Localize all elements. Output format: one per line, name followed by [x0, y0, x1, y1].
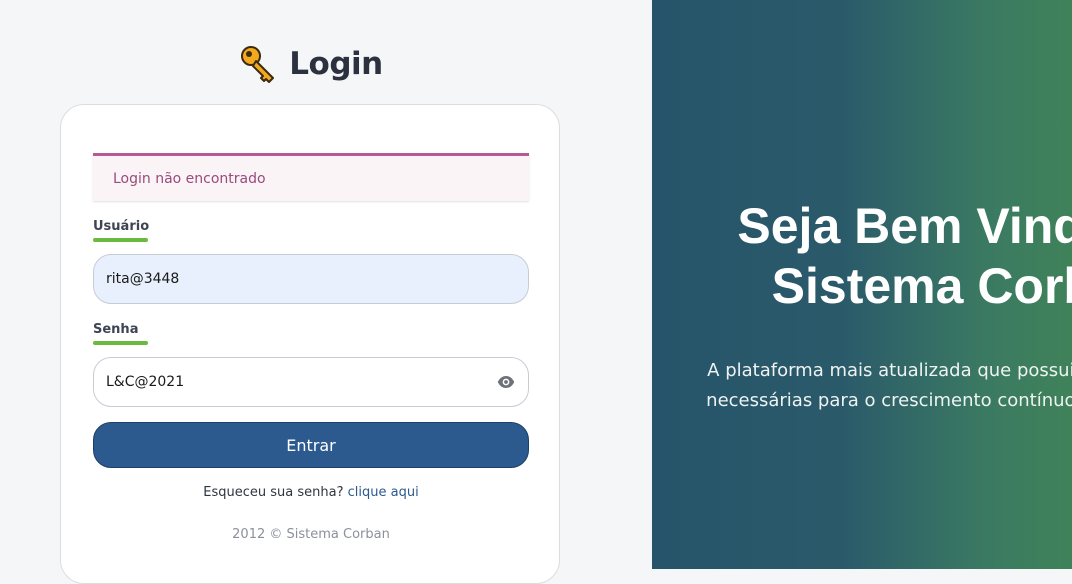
welcome-heading-line2: Sistema Corban	[771, 258, 1072, 314]
error-alert: Login não encontrado	[93, 153, 529, 201]
welcome-heading-line1: Seja Bem Vindo ao	[737, 198, 1072, 254]
login-pane: Login Login não encontrado Usuário Senha…	[0, 0, 652, 584]
forgot-prompt: Esqueceu sua senha?	[203, 485, 344, 500]
senha-input[interactable]	[93, 357, 529, 407]
welcome-tagline-line1: A plataforma mais atualizada que possui …	[707, 360, 1072, 381]
usuario-label-underline	[93, 238, 148, 242]
welcome-tagline: A plataforma mais atualizada que possui …	[652, 356, 1072, 416]
footer-copyright: 2012 © Sistema Corban	[232, 527, 390, 542]
eye-icon[interactable]	[497, 373, 515, 391]
forgot-password: Esqueceu sua senha? clique aqui	[61, 485, 561, 500]
senha-label-underline	[93, 341, 148, 345]
senha-label-text: Senha	[93, 322, 139, 337]
welcome-pane: Seja Bem Vindo ao Sistema Corban A plata…	[652, 0, 1072, 569]
usuario-label-text: Usuário	[93, 219, 150, 234]
welcome-heading: Seja Bem Vindo ao Sistema Corban	[652, 196, 1072, 316]
entrar-button[interactable]: Entrar	[93, 422, 529, 468]
usuario-input[interactable]	[93, 254, 529, 304]
page-title-text: Login	[289, 46, 383, 82]
login-card: Login não encontrado Usuário Senha Entra…	[60, 104, 560, 584]
senha-label: Senha	[93, 322, 148, 345]
page-title: Login	[0, 44, 622, 84]
forgot-password-link[interactable]: clique aqui	[348, 485, 419, 500]
key-icon	[241, 46, 275, 83]
usuario-label: Usuário	[93, 219, 150, 242]
welcome-tagline-line2: necessárias para o crescimento contínuo …	[706, 390, 1072, 411]
